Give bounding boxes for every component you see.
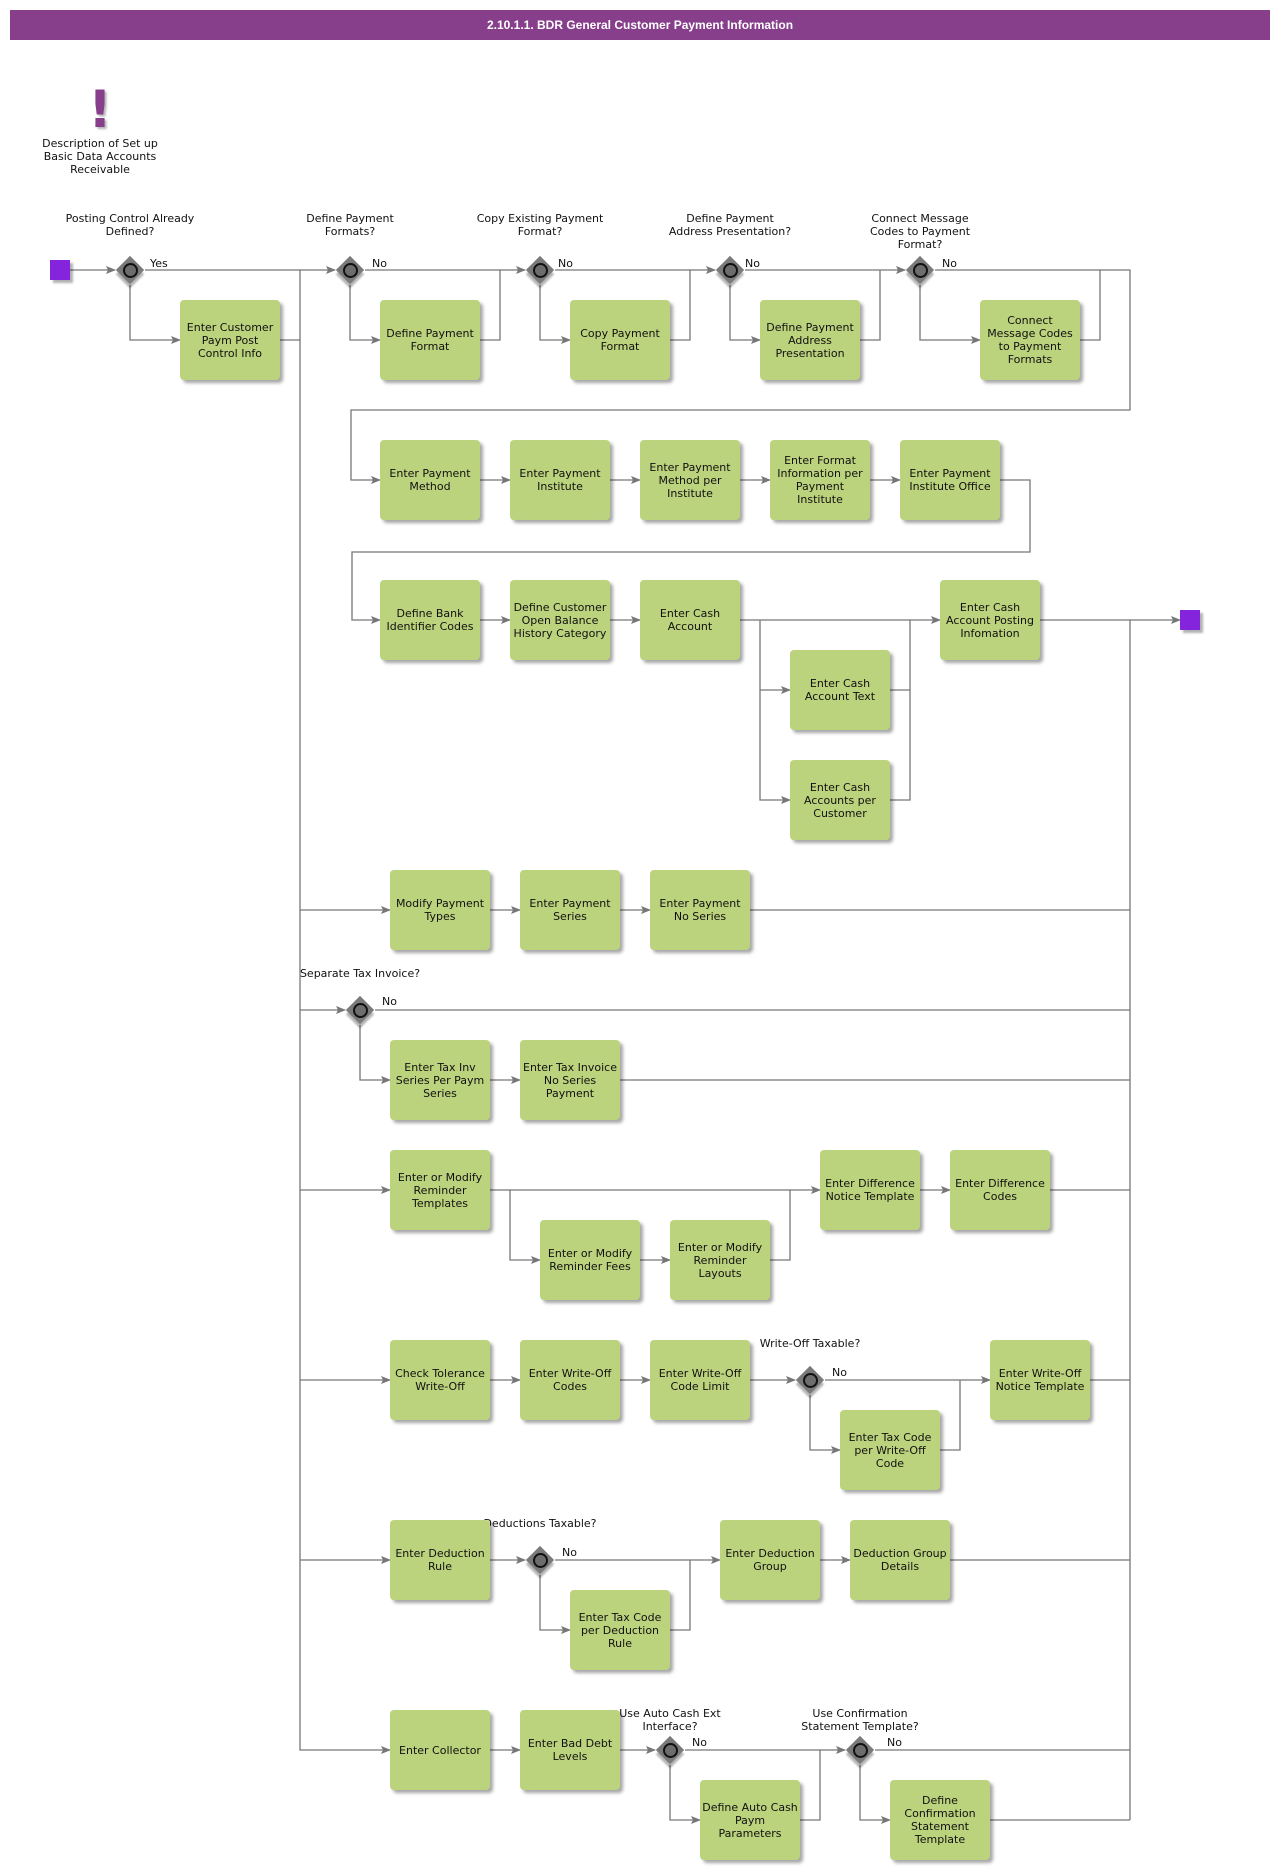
- task-enter-payment-institute[interactable]: Enter Payment Institute: [510, 440, 610, 520]
- gateway-separate-tax-invoice[interactable]: [345, 995, 375, 1025]
- gateway-circle-icon: [853, 1743, 868, 1758]
- note-text: Description of Set up Basic Data Account…: [42, 137, 158, 176]
- flow-label: No: [692, 1736, 707, 1749]
- flow-label: No: [382, 995, 397, 1008]
- gateway-label: Deductions Taxable?: [483, 1517, 597, 1530]
- gateway-connect-message-codes[interactable]: [905, 255, 935, 285]
- task-deduction-group[interactable]: Enter Deduction Group: [720, 1520, 820, 1600]
- task-check-tolerance-write-off[interactable]: Check Tolerance Write-Off: [390, 1340, 490, 1420]
- gateway-circle-icon: [723, 263, 738, 278]
- flow-label: No: [745, 257, 760, 270]
- task-enter-tax-inv-series[interactable]: Enter Tax Inv Series Per Paym Series: [390, 1040, 490, 1120]
- flow-t1-merge: [280, 270, 301, 341]
- gateway-copy-payment-format[interactable]: [525, 255, 555, 285]
- flow-t4-merge: [860, 270, 881, 341]
- gateway-write-off-taxable[interactable]: [795, 1365, 825, 1395]
- gateway-label: Posting Control Already Defined?: [65, 212, 195, 238]
- task-enter-payment-method[interactable]: Enter Payment Method: [380, 440, 480, 520]
- task-enter-payment-institute-office[interactable]: Enter Payment Institute Office: [900, 440, 1000, 520]
- task-copy-payment-format[interactable]: Copy Payment Format: [570, 300, 670, 380]
- gateway-label: Copy Existing Payment Format?: [476, 212, 604, 238]
- task-enter-collector[interactable]: Enter Collector: [390, 1710, 490, 1790]
- gateway-circle-icon: [343, 263, 358, 278]
- task-bad-debt-levels[interactable]: Enter Bad Debt Levels: [520, 1710, 620, 1790]
- task-deduction-rule[interactable]: Enter Deduction Rule: [390, 1520, 490, 1600]
- task-enter-payment-series[interactable]: Enter Payment Series: [520, 870, 620, 950]
- gateway-circle-icon: [663, 1743, 678, 1758]
- task-reminder-templates[interactable]: Enter or Modify Reminder Templates: [390, 1150, 490, 1230]
- gateway-label: Define Payment Address Presentation?: [668, 212, 792, 238]
- flow-label: No: [562, 1546, 577, 1559]
- gateway-label: Use Auto Cash Ext Interface?: [619, 1707, 721, 1733]
- task-write-off-notice-template[interactable]: Enter Write-Off Notice Template: [990, 1340, 1090, 1420]
- task-tax-code-per-write-off[interactable]: Enter Tax Code per Write-Off Code: [840, 1410, 940, 1490]
- task-enter-cash-account[interactable]: Enter Cash Account: [640, 580, 740, 660]
- flow-label: No: [372, 257, 387, 270]
- task-reminder-layouts[interactable]: Enter or Modify Reminder Layouts: [670, 1220, 770, 1300]
- task-reminder-fees[interactable]: Enter or Modify Reminder Fees: [540, 1220, 640, 1300]
- task-define-payment-address-presentation[interactable]: Define Payment Address Presentation: [760, 300, 860, 380]
- flow-g1-t1: [129, 285, 181, 344]
- task-enter-tax-invoice-no-series[interactable]: Enter Tax Invoice No Series Payment: [520, 1040, 620, 1120]
- flow-label: No: [558, 257, 573, 270]
- gateway-circle-icon: [913, 263, 928, 278]
- gateway-define-payment-formats[interactable]: [335, 255, 365, 285]
- task-tax-code-per-deduction-rule[interactable]: Enter Tax Code per Deduction Rule: [570, 1590, 670, 1670]
- gateway-address-presentation[interactable]: [715, 255, 745, 285]
- gateway-label: Write-Off Taxable?: [759, 1337, 861, 1350]
- flow-label: No: [887, 1736, 902, 1749]
- task-write-off-code-limit[interactable]: Enter Write-Off Code Limit: [650, 1340, 750, 1420]
- task-define-bank-identifier-codes[interactable]: Define Bank Identifier Codes: [380, 580, 480, 660]
- task-connect-message-codes[interactable]: Connect Message Codes to Payment Formats: [980, 300, 1080, 380]
- flow-g2-t2: [349, 285, 381, 344]
- gateway-confirmation-template[interactable]: [845, 1735, 875, 1765]
- flow-t2-merge: [480, 270, 501, 341]
- exclamation-icon: !: [88, 80, 112, 140]
- flow-t5-merge: [1080, 270, 1101, 341]
- flow-g3-t3: [539, 285, 571, 344]
- gateway-circle-icon: [803, 1373, 818, 1388]
- flow-t3-merge: [670, 270, 691, 341]
- flow-label: No: [832, 1366, 847, 1379]
- flow-label: No: [942, 257, 957, 270]
- flow-g5-t5: [919, 285, 981, 344]
- end-event[interactable]: [1180, 610, 1200, 630]
- gateway-deductions-taxable[interactable]: [525, 1545, 555, 1575]
- gateway-circle-icon: [123, 263, 138, 278]
- task-enter-cash-account-text[interactable]: Enter Cash Account Text: [790, 650, 890, 730]
- task-write-off-codes[interactable]: Enter Write-Off Codes: [520, 1340, 620, 1420]
- gateway-circle-icon: [353, 1003, 368, 1018]
- gateway-label: Separate Tax Invoice?: [299, 967, 421, 980]
- task-deduction-group-details[interactable]: Deduction Group Details: [850, 1520, 950, 1600]
- task-enter-cash-accounts-per-customer[interactable]: Enter Cash Accounts per Customer: [790, 760, 890, 840]
- task-define-open-balance-history-category[interactable]: Define Customer Open Balance History Cat…: [510, 580, 610, 660]
- task-confirmation-statement-template[interactable]: Define Confirmation Statement Template: [890, 1780, 990, 1860]
- start-event[interactable]: [50, 260, 70, 280]
- gateway-circle-icon: [533, 1553, 548, 1568]
- task-difference-notice-template[interactable]: Enter Difference Notice Template: [820, 1150, 920, 1230]
- task-enter-payment-method-per-institute[interactable]: Enter Payment Method per Institute: [640, 440, 740, 520]
- task-enter-payment-no-series[interactable]: Enter Payment No Series: [650, 870, 750, 950]
- flow-g4-t4: [729, 285, 761, 344]
- description-note[interactable]: ! Description of Set up Basic Data Accou…: [30, 80, 170, 176]
- gateway-circle-icon: [533, 263, 548, 278]
- task-modify-payment-types[interactable]: Modify Payment Types: [390, 870, 490, 950]
- task-enter-format-information[interactable]: Enter Format Information per Payment Ins…: [770, 440, 870, 520]
- gateway-auto-cash-interface[interactable]: [655, 1735, 685, 1765]
- gateway-label: Connect Message Codes to Payment Format?: [869, 212, 971, 251]
- flow-label: Yes: [150, 257, 168, 270]
- gateway-label: Define Payment Formats?: [306, 212, 394, 238]
- gateway-label: Use Confirmation Statement Template?: [801, 1707, 919, 1733]
- task-enter-cash-account-posting-info[interactable]: Enter Cash Account Posting Infomation: [940, 580, 1040, 660]
- gateway-posting-control[interactable]: [115, 255, 145, 285]
- task-difference-codes[interactable]: Enter Difference Codes: [950, 1150, 1050, 1230]
- task-enter-customer-paym-post-control-info[interactable]: Enter Customer Paym Post Control Info: [180, 300, 280, 380]
- task-auto-cash-paym-parameters[interactable]: Define Auto Cash Paym Parameters: [700, 1780, 800, 1860]
- task-define-payment-format[interactable]: Define Payment Format: [380, 300, 480, 380]
